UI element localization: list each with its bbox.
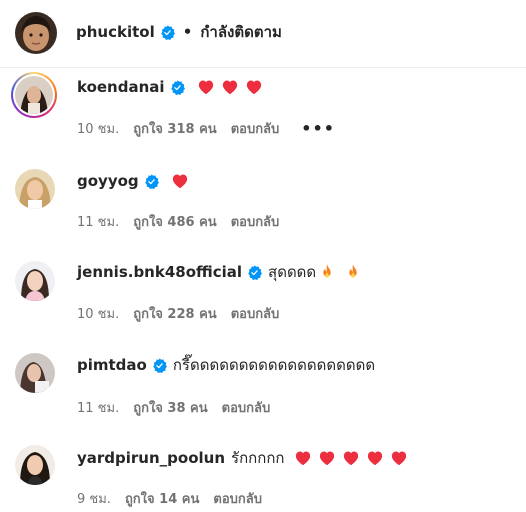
red-heart-icon [171, 172, 189, 190]
avatar [15, 76, 53, 114]
more-options-icon[interactable]: ••• [301, 119, 335, 138]
red-heart-icon [342, 449, 360, 467]
verified-badge-icon [144, 173, 159, 189]
comment-likes[interactable]: ถูกใจ 38 คน [133, 397, 207, 418]
red-heart-icon [390, 449, 408, 467]
emoji-group [197, 78, 263, 96]
reply-button[interactable]: ตอบกลับ [231, 211, 280, 232]
comment-time: 10 ชม. [77, 306, 120, 322]
comment-username[interactable]: pimtdao [77, 356, 147, 374]
verified-badge-icon [152, 357, 167, 373]
reply-button[interactable]: ตอบกลับ [222, 397, 271, 418]
post-header: phuckitol • กำลังติดตาม [0, 0, 526, 68]
comment-username[interactable]: yardpirun_poolun [77, 449, 225, 467]
separator-dot: • [182, 23, 193, 41]
fire-icon [344, 263, 362, 281]
avatar[interactable] [15, 169, 55, 209]
red-heart-icon [318, 449, 336, 467]
verified-badge-icon [160, 24, 175, 40]
avatar[interactable] [15, 261, 55, 301]
following-button[interactable]: กำลังติดตาม [200, 20, 282, 44]
comment-likes[interactable]: ถูกใจ 14 คน [125, 488, 199, 509]
comment-time: 11 ชม. [77, 214, 120, 230]
story-ring[interactable] [11, 72, 57, 118]
emoji-group [171, 172, 189, 190]
comment-username[interactable]: koendanai [77, 78, 165, 96]
avatar[interactable] [15, 445, 55, 485]
comment-username[interactable]: goyyog [77, 172, 139, 190]
emoji-group [318, 263, 362, 281]
reply-button[interactable]: ตอบกลับ [213, 488, 262, 509]
red-heart-icon [221, 78, 239, 96]
comment-likes[interactable]: ถูกใจ 486 คน [133, 211, 216, 232]
avatar[interactable] [15, 12, 57, 54]
comment-username[interactable]: jennis.bnk48official [77, 263, 242, 281]
comment-time: 9 ชม. [77, 491, 111, 507]
comment-likes[interactable]: ถูกใจ 228 คน [133, 303, 216, 324]
avatar[interactable] [15, 353, 55, 393]
fire-icon [318, 263, 336, 281]
comment-text: กรี๊ดดดดดดดดดดดดดดดดดดด [172, 356, 376, 374]
red-heart-icon [245, 78, 263, 96]
comment-text: สุดดดด [268, 263, 317, 281]
comment-time: 10 ชม. [77, 121, 120, 137]
verified-badge-icon [170, 79, 185, 95]
red-heart-icon [197, 78, 215, 96]
comment-text: รักกกกก [231, 449, 285, 467]
reply-button[interactable]: ตอบกลับ [231, 303, 280, 324]
reply-button[interactable]: ตอบกลับ [231, 118, 280, 139]
red-heart-icon [366, 449, 384, 467]
emoji-group [294, 449, 408, 467]
comment-time: 11 ชม. [77, 400, 120, 416]
verified-badge-icon [247, 264, 263, 280]
red-heart-icon [294, 449, 312, 467]
comment-likes[interactable]: ถูกใจ 318 คน [133, 118, 216, 139]
header-username[interactable]: phuckitol [76, 23, 155, 41]
